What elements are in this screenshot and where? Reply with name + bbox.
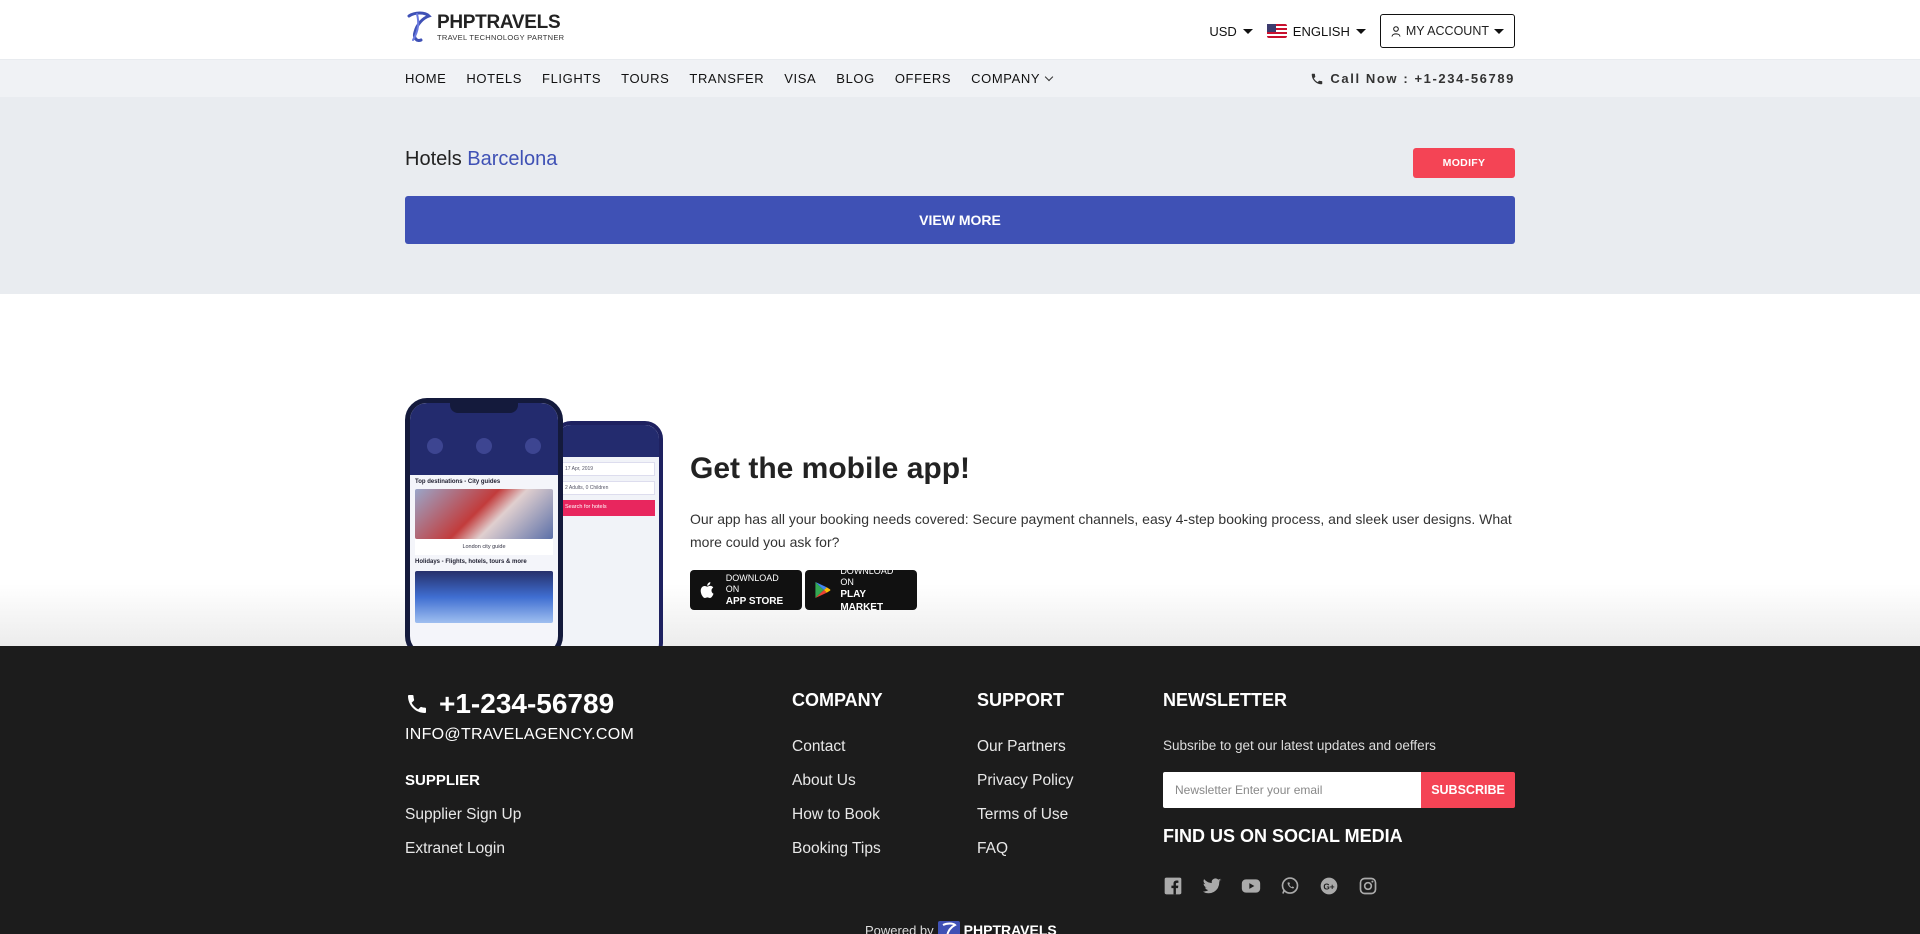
footer-phone-number: +1-234-56789: [439, 688, 615, 719]
social-icons: G+: [1163, 876, 1378, 896]
company-link-contact[interactable]: Contact: [792, 738, 845, 756]
phones-illustration: 17 Apr, 2019 2 Adults, 0 Children Search…: [405, 398, 663, 661]
city-image: [415, 571, 553, 623]
company-link-booking-tips[interactable]: Booking Tips: [792, 840, 881, 858]
app-description: Our app has all your booking needs cover…: [690, 511, 1512, 550]
view-more-button[interactable]: VIEW MORE: [405, 196, 1515, 244]
nav-item-offers[interactable]: OFFERS: [895, 71, 951, 86]
nav-item-company-label: COMPANY: [971, 71, 1041, 86]
my-account-button[interactable]: MY ACCOUNT: [1379, 14, 1515, 48]
company-link-how-to-book[interactable]: How to Book: [792, 806, 880, 824]
youtube-icon[interactable]: [1241, 876, 1261, 896]
play-market-line2: PLAY MARKET: [840, 589, 884, 613]
newsletter-email-input[interactable]: [1163, 772, 1422, 808]
supplier-link-signup[interactable]: Supplier Sign Up: [405, 806, 521, 824]
page-title-city: Barcelona: [467, 148, 558, 170]
call-now[interactable]: Call Now : +1-234-56789: [1310, 60, 1515, 97]
apple-icon: [700, 582, 714, 598]
google-plus-icon[interactable]: G+: [1319, 876, 1339, 896]
support-link-terms[interactable]: Terms of Use: [977, 806, 1068, 824]
powered-by-brand[interactable]: PHPTRAVELS: [964, 922, 1057, 934]
app-title: Get the mobile app!: [690, 452, 971, 485]
nav-item-transfer[interactable]: TRANSFER: [689, 71, 764, 86]
support-heading: SUPPORT: [977, 690, 1065, 710]
front-phone-section1: Top destinations - City guides: [415, 479, 501, 485]
nav-item-company[interactable]: COMPANY: [971, 71, 1054, 86]
company-link-about[interactable]: About Us: [792, 772, 856, 790]
powered-by-label: Powered by: [865, 922, 934, 934]
newsletter-text: Subsribe to get our latest updates and o…: [1163, 738, 1436, 753]
chevron-down-icon: [1044, 72, 1054, 81]
caret-down-icon: [1242, 28, 1253, 34]
logo-icon: [937, 921, 960, 934]
whatsapp-icon[interactable]: [1280, 876, 1300, 896]
caret-down-icon: [1355, 28, 1366, 34]
svg-text:G+: G+: [1323, 881, 1334, 891]
nav-item-home[interactable]: HOME: [405, 71, 446, 86]
logo-subtitle: TRAVEL TECHNOLOGY PARTNER: [437, 32, 565, 42]
back-phone-search: Search for hotels: [561, 500, 655, 516]
phone-icon: [408, 695, 426, 713]
back-phone-guests: 2 Adults, 0 Children: [561, 481, 655, 495]
call-now-text: Call Now : +1-234-56789: [1330, 71, 1515, 86]
front-phone-section2: Holidays - Flights, hotels, tours & more: [415, 559, 527, 565]
subscribe-button[interactable]: SUBSCRIBE: [1421, 772, 1515, 808]
us-flag-icon: [1266, 24, 1287, 38]
play-market-line1: DOWNLOAD ON: [840, 566, 894, 587]
london-image: [415, 489, 553, 539]
play-market-button[interactable]: DOWNLOAD ON PLAY MARKET: [805, 566, 917, 613]
front-phone: Top destinations - City guides London ci…: [405, 398, 563, 658]
social-heading: FIND US ON SOCIAL MEDIA: [1163, 826, 1403, 846]
app-store-button[interactable]: DOWNLOAD ON APP STORE: [690, 570, 802, 610]
modify-button[interactable]: MODIFY: [1413, 148, 1515, 178]
app-store-line1: DOWNLOAD ON: [725, 572, 779, 594]
twitter-icon[interactable]: [1202, 876, 1222, 896]
footer: +1-234-56789 INFO@TRAVELAGENCY.COM SUPPL…: [0, 646, 1920, 934]
company-heading: COMPANY: [792, 690, 883, 710]
currency-dropdown[interactable]: USD: [1209, 23, 1253, 39]
language-dropdown[interactable]: ENGLISH: [1266, 23, 1366, 39]
footer-email[interactable]: INFO@TRAVELAGENCY.COM: [405, 726, 634, 744]
bed-icon: [475, 438, 492, 454]
phone-icon: [1312, 73, 1323, 84]
page-title: Hotels Barcelona: [405, 148, 557, 171]
back-phone: 17 Apr, 2019 2 Adults, 0 Children Search…: [553, 421, 663, 661]
nav-item-flights[interactable]: FLIGHTS: [542, 71, 601, 86]
powered-by: Powered by PHPTRAVELS: [865, 921, 1057, 934]
front-phone-caption: London city guide: [415, 539, 553, 555]
my-account-label: MY ACCOUNT: [1405, 24, 1489, 38]
plane-icon: [426, 438, 443, 454]
footer-phone[interactable]: +1-234-56789: [405, 688, 614, 720]
currency-label: USD: [1209, 23, 1237, 39]
language-label: ENGLISH: [1292, 23, 1350, 39]
caret-down-icon: [1494, 28, 1504, 34]
support-link-privacy[interactable]: Privacy Policy: [977, 772, 1073, 790]
page-title-prefix: Hotels: [405, 148, 462, 170]
logo-icon: [407, 11, 432, 42]
supplier-link-extranet[interactable]: Extranet Login: [405, 840, 505, 858]
suitcase-icon: [525, 438, 542, 454]
logo-title: PHPTRAVELS: [437, 11, 561, 33]
nav-item-tours[interactable]: TOURS: [621, 71, 669, 86]
nav-item-blog[interactable]: BLOG: [836, 71, 875, 86]
main-nav: HOME HOTELS FLIGHTS TOURS TRANSFER VISA …: [405, 60, 1054, 97]
facebook-icon[interactable]: [1163, 876, 1183, 896]
main-nav-bar: HOME HOTELS FLIGHTS TOURS TRANSFER VISA …: [0, 60, 1920, 97]
instagram-icon[interactable]: [1358, 876, 1378, 896]
app-store-line2: APP STORE: [725, 595, 784, 607]
logo[interactable]: PHPTRAVELS TRAVEL TECHNOLOGY PARTNER: [405, 10, 564, 44]
supplier-heading: SUPPLIER: [405, 772, 481, 789]
newsletter-heading: NEWSLETTER: [1163, 690, 1287, 710]
google-play-icon: [815, 581, 831, 599]
nav-item-visa[interactable]: VISA: [784, 71, 816, 86]
support-link-faq[interactable]: FAQ: [977, 840, 1008, 858]
nav-item-hotels[interactable]: HOTELS: [466, 71, 522, 86]
back-phone-date: 17 Apr, 2019: [561, 462, 655, 476]
top-header: PHPTRAVELS TRAVEL TECHNOLOGY PARTNER USD…: [0, 0, 1920, 60]
user-icon: [1391, 25, 1401, 37]
support-link-partners[interactable]: Our Partners: [977, 738, 1066, 756]
